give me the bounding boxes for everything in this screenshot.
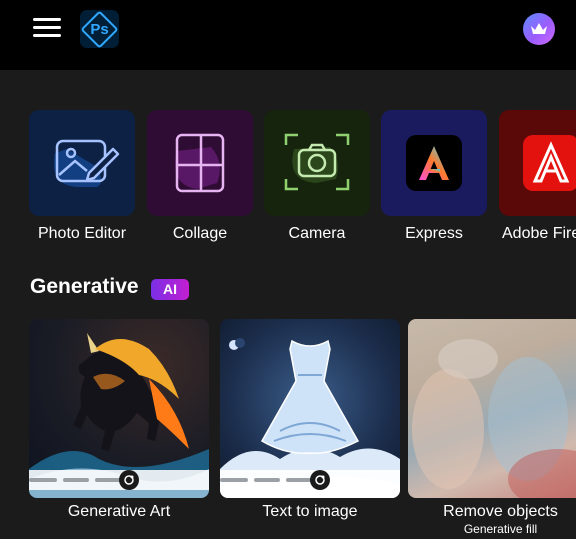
photo-edit-icon xyxy=(29,110,135,216)
watermark-icon xyxy=(310,470,330,490)
card-label: Text to image xyxy=(262,503,358,520)
generative-cards: Generative Art Text to image Remove obje… xyxy=(29,319,576,539)
crown-icon[interactable] xyxy=(523,13,555,45)
ai-badge: AI xyxy=(151,279,189,300)
tool-adobe-firefly[interactable]: Adobe Fire xyxy=(499,110,576,243)
card-label: Generative Art xyxy=(67,503,171,520)
card-remove-objects[interactable]: Remove objects Generative fill xyxy=(408,319,576,536)
watermark xyxy=(29,470,209,490)
tool-label: Express xyxy=(405,225,463,242)
app-logo-text: Ps xyxy=(90,20,109,38)
collage-grid-icon xyxy=(147,110,253,216)
card-sublabel: Generative fill xyxy=(463,522,538,536)
tool-collage[interactable]: Collage xyxy=(147,110,253,243)
card-label: Remove objects xyxy=(443,503,558,520)
photoshop-logo: Ps xyxy=(80,9,119,49)
adobe-express-icon xyxy=(381,110,487,216)
tool-photo-editor[interactable]: Photo Editor xyxy=(29,110,135,243)
card-text-to-image[interactable]: Text to image xyxy=(220,319,400,521)
tool-label: Adobe Fire xyxy=(502,225,576,242)
camera-icon xyxy=(264,110,370,216)
section-title: Generative xyxy=(30,275,139,298)
remove-objects-image xyxy=(408,319,576,498)
top-bar: Ps xyxy=(0,0,576,70)
tool-camera[interactable]: Camera xyxy=(264,110,370,243)
tool-express[interactable]: Express xyxy=(381,110,487,243)
tool-shortcuts: Photo Editor Collage Camera Express Adob… xyxy=(29,110,576,245)
tool-label: Collage xyxy=(172,225,228,242)
tool-label: Photo Editor xyxy=(37,225,127,242)
adobe-firefly-icon xyxy=(499,110,576,216)
tool-label: Camera xyxy=(288,225,346,242)
hamburger-menu-icon[interactable] xyxy=(33,18,61,38)
watermark xyxy=(220,470,400,490)
unicorn-image xyxy=(29,319,209,498)
card-generative-art[interactable]: Generative Art xyxy=(29,319,209,521)
dress-image xyxy=(220,319,400,498)
watermark-icon xyxy=(119,470,139,490)
